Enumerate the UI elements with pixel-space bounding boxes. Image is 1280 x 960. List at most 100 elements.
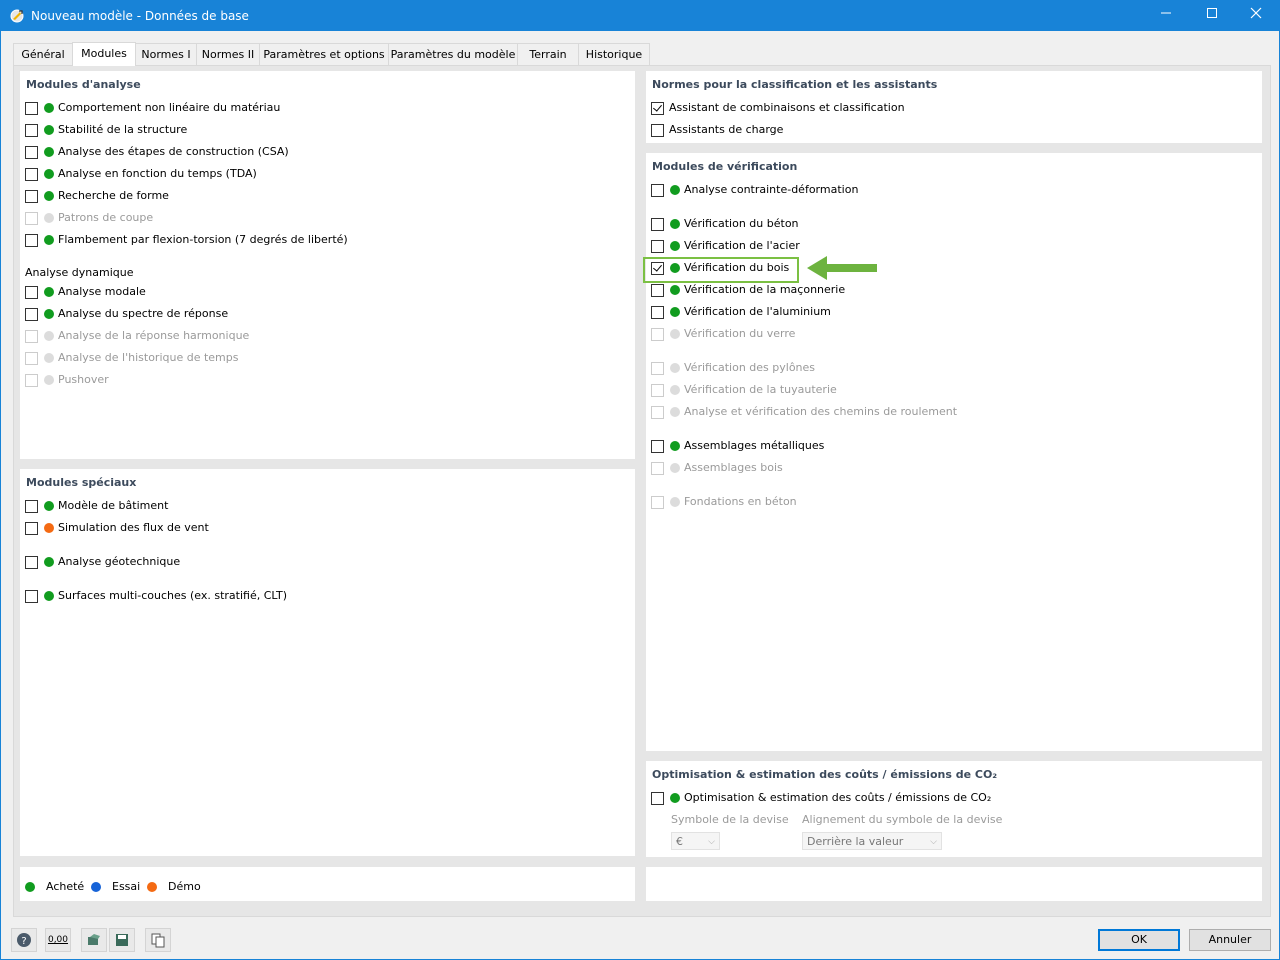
checkbox[interactable] [651,240,664,253]
checkbox[interactable] [25,190,38,203]
status-dot-icon [44,331,54,341]
checkbox[interactable] [25,124,38,137]
tab-normes-2[interactable]: Normes II [196,43,260,65]
maximize-icon [1207,8,1217,18]
status-dot-icon [91,882,101,892]
status-dot-icon [670,285,680,295]
status-dot-icon [44,557,54,567]
close-icon [1250,7,1262,19]
checkbox [651,406,664,419]
tab-historique[interactable]: Historique [578,43,650,65]
minimize-icon [1161,12,1171,14]
tab-parametres-options[interactable]: Paramètres et options [259,43,389,65]
tab-modules[interactable]: Modules [72,42,136,66]
model-info-button[interactable] [81,928,107,952]
status-dot-icon [670,363,680,373]
minimize-button[interactable] [1143,1,1189,31]
checkbox[interactable] [25,286,38,299]
currency-symbol-label: Symbole de la devise [671,813,789,826]
highlight-box [643,257,799,283]
currency-alignment-select: Derrière la valeur ⌵ [802,832,942,850]
status-dot-icon [670,463,680,473]
checkbox [651,328,664,341]
tab-general[interactable]: Général [13,43,73,65]
tab-parametres-modele[interactable]: Paramètres du modèle [388,43,518,65]
status-dot-icon [670,497,680,507]
status-dot-icon [670,329,680,339]
currency-symbol-select: € ⌵ [671,832,720,850]
checkbox[interactable] [651,306,664,319]
checkbox[interactable] [651,124,664,137]
status-dot-icon [670,307,680,317]
checkbox[interactable] [25,234,38,247]
optimization-panel: Optimisation & estimation des coûts / ém… [646,761,1262,857]
save-icon [116,934,128,946]
checkbox[interactable] [25,522,38,535]
chevron-down-icon: ⌵ [708,837,715,847]
status-dot-icon [44,501,54,511]
empty-panel [646,867,1262,901]
checkbox[interactable] [651,284,664,297]
panel-title: Modules spéciaux [26,476,137,489]
status-dot-icon [44,125,54,135]
checkbox[interactable] [651,184,664,197]
chevron-down-icon: ⌵ [930,837,937,847]
checkbox[interactable] [25,308,38,321]
checkbox[interactable] [651,218,664,231]
status-dot-icon [44,309,54,319]
checkbox [651,362,664,375]
panel-title: Modules de vérification [652,160,798,173]
status-dot-icon [44,353,54,363]
app-icon [10,9,24,23]
checkbox[interactable] [25,168,38,181]
close-button[interactable] [1233,1,1279,31]
checkbox[interactable] [25,102,38,115]
checkbox [25,212,38,225]
help-icon: ? [17,933,31,947]
checkbox [651,462,664,475]
units-button[interactable]: 0,00 [45,928,71,952]
svg-text:?: ? [21,936,26,947]
arrow-left-icon [807,256,877,280]
status-dot-icon [670,793,680,803]
maximize-button[interactable] [1189,1,1235,31]
save-template-button[interactable] [109,928,135,952]
status-dot-icon [44,591,54,601]
tab-normes-1[interactable]: Normes I [135,43,197,65]
copy-icon [151,933,165,948]
checkbox[interactable] [651,440,664,453]
status-dot-icon [44,103,54,113]
status-dot-icon [44,287,54,297]
window-title: Nouveau modèle - Données de base [31,9,249,23]
status-dot-icon [670,441,680,451]
status-dot-icon [670,385,680,395]
checkbox[interactable] [25,590,38,603]
status-dot-icon [44,169,54,179]
status-dot-icon [670,407,680,417]
status-dot-icon [44,523,54,533]
checkbox [651,496,664,509]
ok-button[interactable]: OK [1098,929,1180,951]
currency-alignment-label: Alignement du symbole de la devise [802,813,1003,826]
checkbox[interactable] [25,500,38,513]
status-dot-icon [44,235,54,245]
decimal-icon: 0,00 [47,935,69,945]
status-dot-icon [44,375,54,385]
checkbox [25,352,38,365]
checkbox[interactable] [25,556,38,569]
dynamic-analysis-heading: Analyse dynamique [25,266,134,279]
cancel-button[interactable]: Annuler [1189,929,1271,951]
checkbox[interactable] [25,146,38,159]
panel-title: Normes pour la classification et les ass… [652,78,938,91]
tab-terrain[interactable]: Terrain [517,43,579,65]
panel-title: Modules d'analyse [26,78,141,91]
checkbox [25,330,38,343]
checkbox[interactable] [651,792,664,805]
status-dot-icon [670,219,680,229]
status-dot-icon [44,147,54,157]
checkbox[interactable] [651,102,664,115]
help-button[interactable]: ? [11,928,37,952]
title-bar: Nouveau modèle - Données de base [1,1,1279,31]
model-icon [88,934,100,945]
copy-settings-button[interactable] [145,928,171,952]
